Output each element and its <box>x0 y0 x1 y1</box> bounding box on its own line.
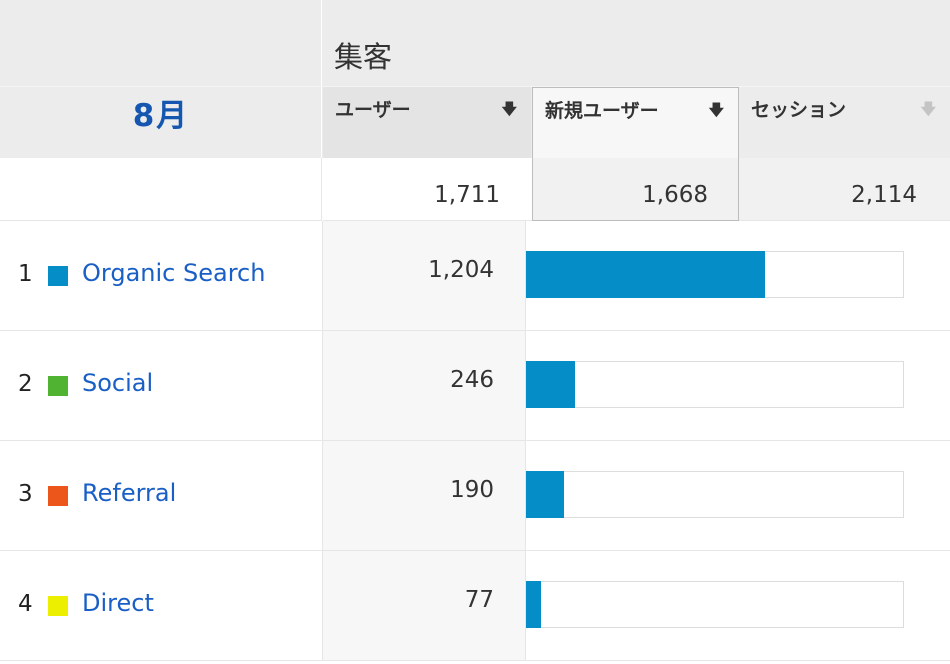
totals-label-cell <box>0 158 322 221</box>
users-value: 1,204 <box>428 257 494 283</box>
column-label-sessions: セッション <box>751 99 847 121</box>
users-value: 190 <box>450 477 494 503</box>
bar-cell <box>526 331 946 440</box>
month-label: 8月 <box>132 98 190 134</box>
channel-link-social[interactable]: Social <box>82 369 153 397</box>
column-header-users[interactable]: ユーザー 🡇 <box>323 87 531 158</box>
users-cell: 77 <box>323 551 526 660</box>
channel-cell: 1 Organic Search <box>0 221 323 330</box>
column-header-new-users[interactable]: 新規ユーザー 🡇 <box>532 87 739 158</box>
row-rank: 3 <box>18 481 33 507</box>
users-value: 246 <box>450 367 494 393</box>
legend-swatch <box>48 376 68 396</box>
bar-cell <box>526 441 946 550</box>
bar-track <box>526 471 904 518</box>
users-cell: 190 <box>323 441 526 550</box>
column-label-new-users: 新規ユーザー <box>545 100 659 122</box>
users-value: 77 <box>464 587 494 613</box>
row-rank: 4 <box>18 591 33 617</box>
legend-swatch <box>48 266 68 286</box>
arrow-down-icon[interactable]: 🡇 <box>502 99 517 124</box>
bar-track <box>526 361 904 408</box>
total-sessions: 2,114 <box>739 158 950 221</box>
users-cell: 1,204 <box>323 221 526 330</box>
bar-fill <box>526 361 575 408</box>
table-row: 3 Referral 190 <box>0 441 950 551</box>
arrow-down-icon[interactable]: 🡇 <box>921 99 936 124</box>
bar-track <box>526 581 904 628</box>
table-row: 2 Social 246 <box>0 331 950 441</box>
total-users: 1,711 <box>323 158 532 221</box>
table-row: 4 Direct 77 <box>0 551 950 661</box>
channel-link-direct[interactable]: Direct <box>82 589 154 617</box>
bar-cell <box>526 551 946 660</box>
column-label-users: ユーザー <box>335 99 411 121</box>
channel-link-organic-search[interactable]: Organic Search <box>82 259 265 287</box>
table-row: 1 Organic Search 1,204 <box>0 221 950 331</box>
channel-cell: 2 Social <box>0 331 323 440</box>
channel-cell: 3 Referral <box>0 441 323 550</box>
legend-swatch <box>48 486 68 506</box>
users-cell: 246 <box>323 331 526 440</box>
total-new-users: 1,668 <box>532 158 739 221</box>
bar-fill <box>526 251 765 298</box>
group-title: 集客 <box>334 40 393 74</box>
column-header-sessions[interactable]: セッション 🡇 <box>739 87 950 158</box>
bar-cell <box>526 221 946 330</box>
row-rank: 2 <box>18 371 33 397</box>
channel-link-referral[interactable]: Referral <box>82 479 176 507</box>
bar-fill <box>526 581 541 628</box>
arrow-down-icon[interactable]: 🡇 <box>709 100 724 125</box>
legend-swatch <box>48 596 68 616</box>
bar-fill <box>526 471 564 518</box>
channel-cell: 4 Direct <box>0 551 323 660</box>
row-rank: 1 <box>18 261 33 287</box>
